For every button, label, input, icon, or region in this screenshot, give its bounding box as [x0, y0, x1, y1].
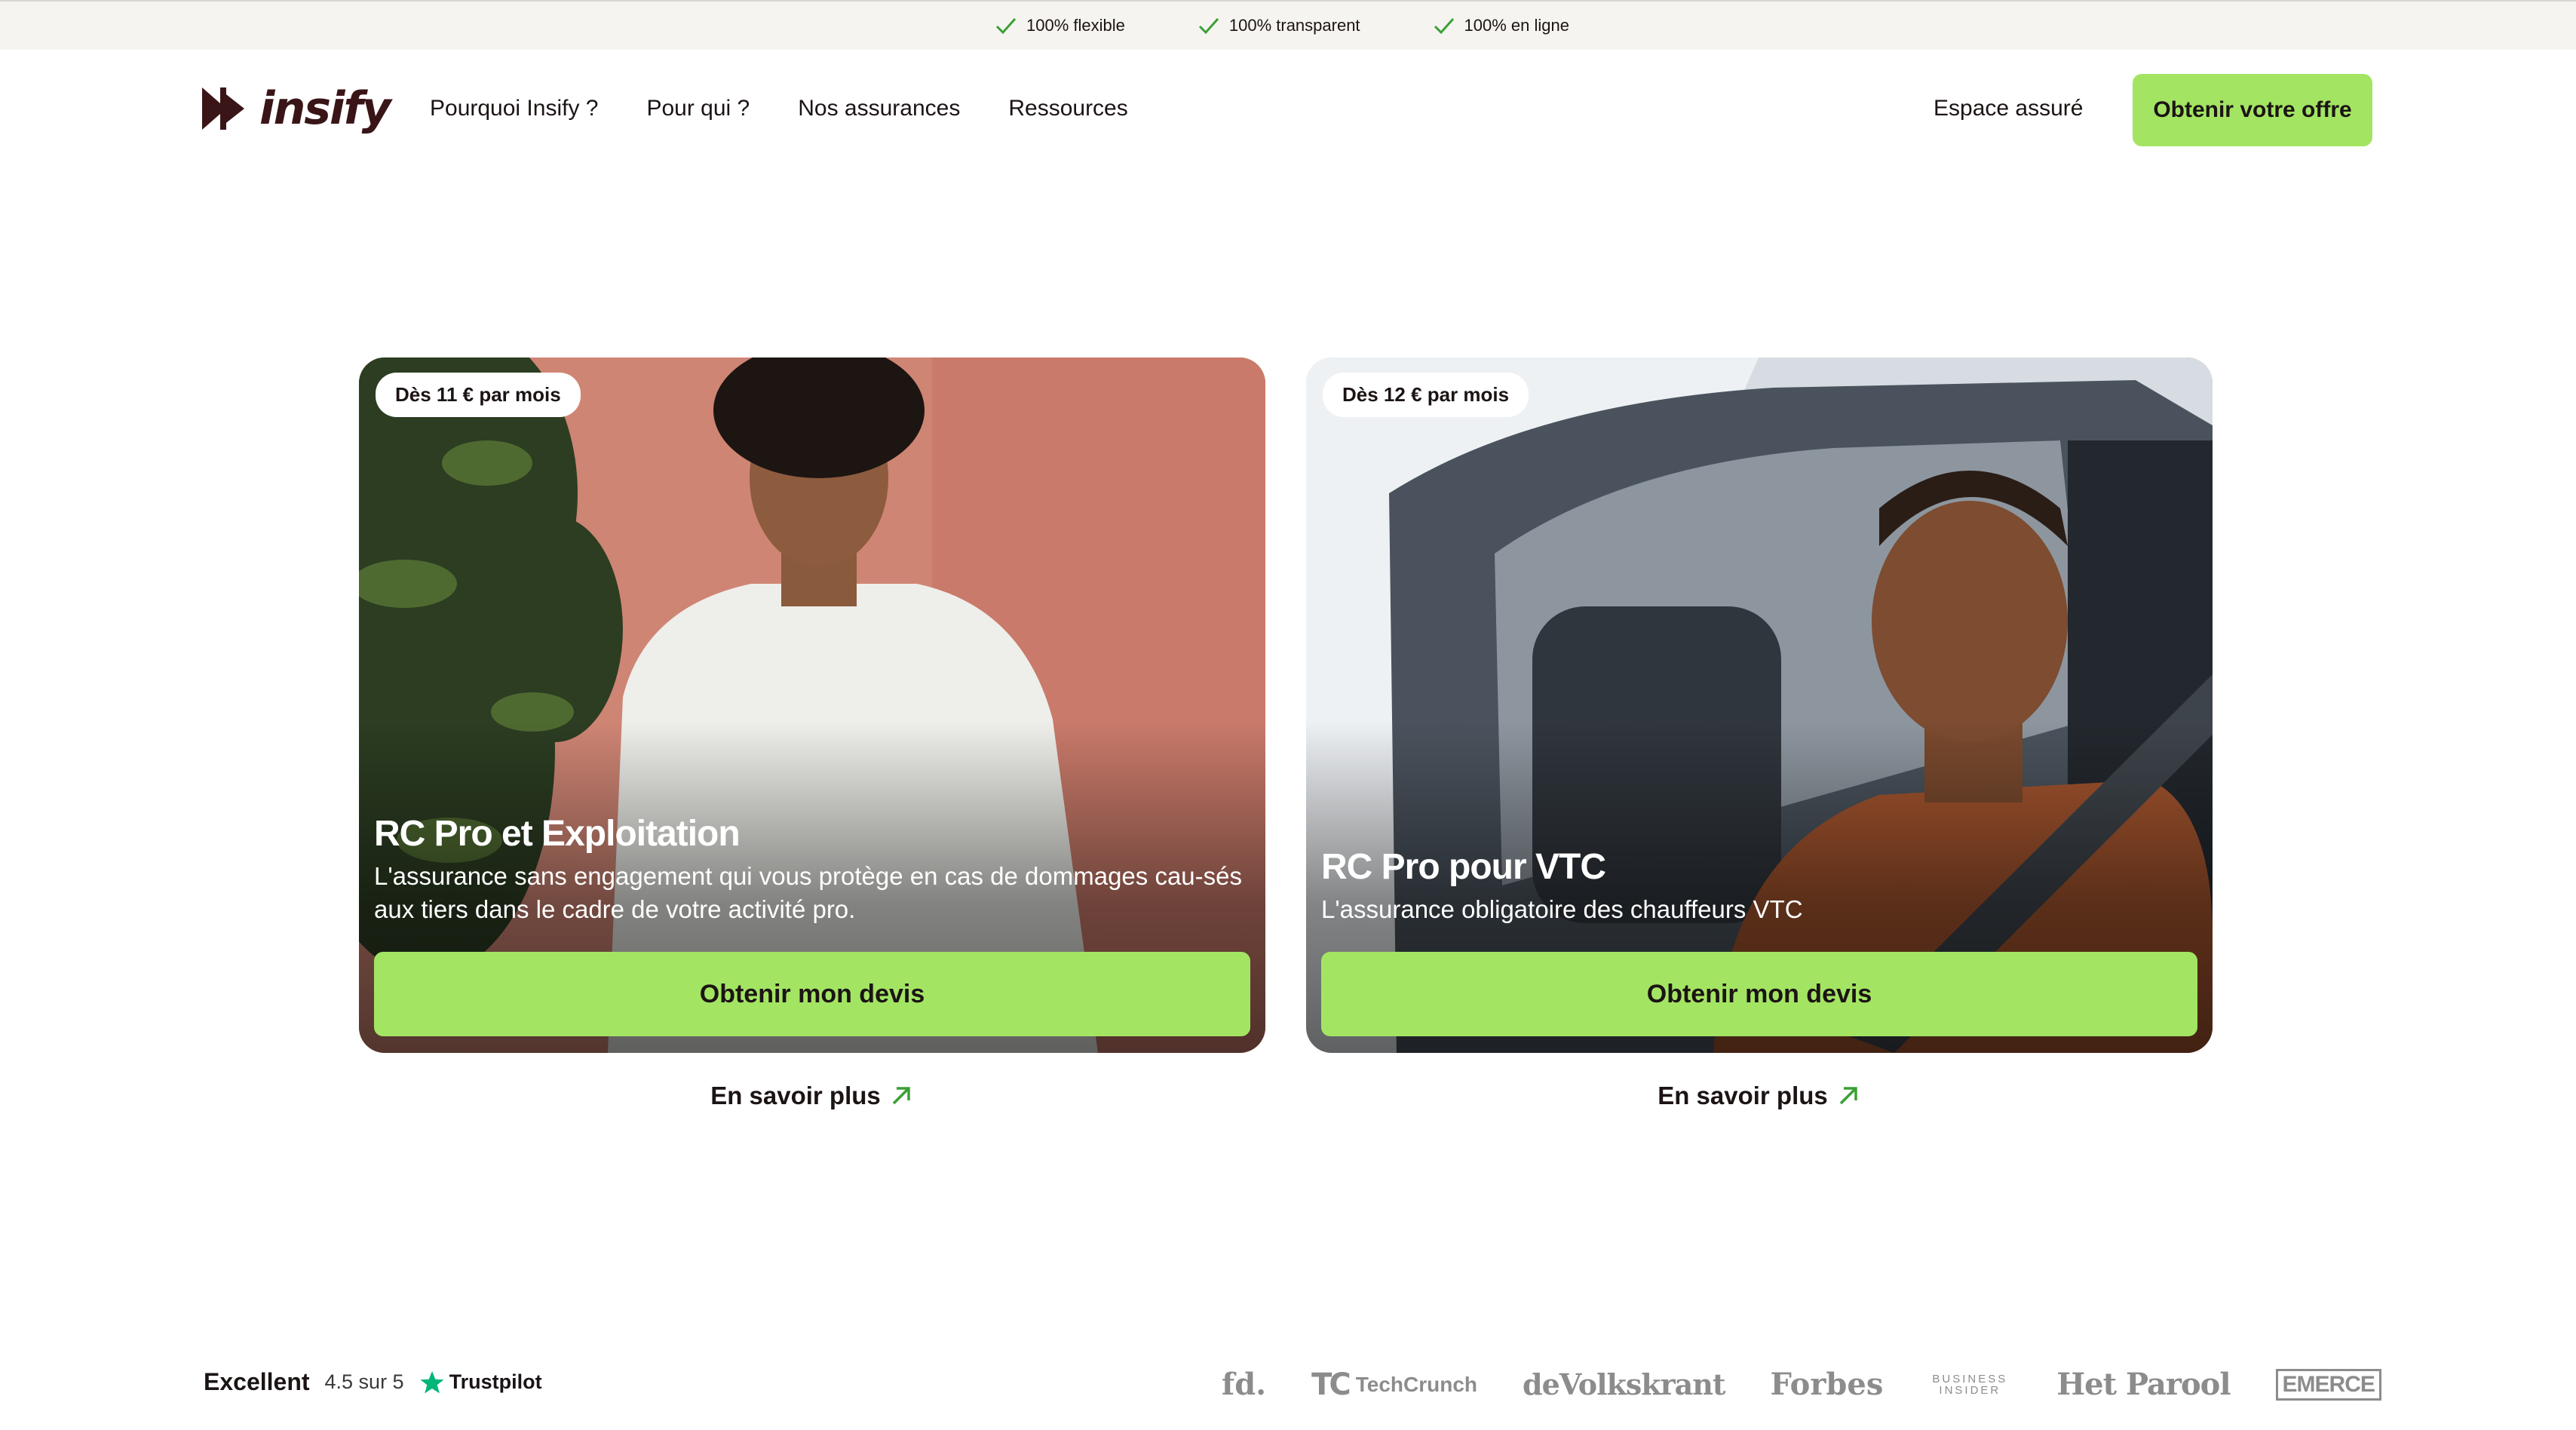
get-quote-button[interactable]: Obtenir mon devis: [374, 952, 1250, 1036]
nav-item-for-whom[interactable]: Pour qui ?: [646, 95, 750, 122]
trust-item-transparent: 100% transparent: [1198, 16, 1360, 35]
press-logo-het-parool: Het Parool: [2056, 1367, 2231, 1402]
product-card-rc-pro-vtc[interactable]: Dès 12 € par mois RC Pro pour VTC L'assu…: [1306, 358, 2213, 1053]
trust-item-label: 100% transparent: [1228, 16, 1360, 35]
press-logo-fd: fd.: [1222, 1367, 1267, 1402]
check-icon: [1434, 18, 1454, 35]
trust-bar: 100% flexible 100% transparent 100% en l…: [0, 0, 2576, 50]
trust-item-label: 100% flexible: [1026, 16, 1125, 35]
learn-more-label: En savoir plus: [710, 1082, 881, 1109]
nav-item-resources[interactable]: Ressources: [1008, 95, 1127, 122]
learn-more-link[interactable]: En savoir plus: [1306, 1082, 2213, 1110]
trustpilot-brand: Trustpilot: [419, 1370, 542, 1395]
check-icon: [1198, 18, 1219, 35]
site-header: insify Pourquoi Insify ? Pour qui ? Nos …: [0, 50, 2576, 170]
nav-item-our-insurances[interactable]: Nos assurances: [798, 95, 960, 122]
press-logo-business-insider: BUSINESS INSIDER: [1932, 1373, 2008, 1397]
trust-item-flexible: 100% flexible: [995, 16, 1125, 35]
techcrunch-label: TechCrunch: [1355, 1373, 1478, 1396]
price-badge: Dès 11 € par mois: [376, 373, 581, 417]
get-quote-button[interactable]: Obtenir mon devis: [1321, 952, 2197, 1036]
press-logo-volkskrant: deVolkskrant: [1523, 1367, 1725, 1401]
rating-score: 4.5 sur 5: [324, 1370, 404, 1393]
rating-label: Excellent: [204, 1368, 310, 1395]
trust-item-online: 100% en ligne: [1433, 16, 1569, 35]
price-badge: Dès 12 € par mois: [1323, 373, 1529, 417]
card-description: L'assurance obligatoire des chauffeurs V…: [1321, 895, 1803, 923]
press-logo-emerce: EMERCE: [2275, 1369, 2381, 1401]
insured-space-link[interactable]: Espace assuré: [1934, 95, 2083, 122]
insify-logo[interactable]: insify: [201, 82, 391, 135]
product-card-rc-pro[interactable]: Dès 11 € par mois RC Pro et Exploitation…: [359, 358, 1265, 1053]
press-logo-forbes: Forbes: [1770, 1367, 1884, 1402]
press-logo-techcrunch: TC TechCrunch: [1311, 1370, 1477, 1400]
get-offer-button[interactable]: Obtenir votre offre: [2133, 74, 2372, 146]
main-nav: Pourquoi Insify ? Pour qui ? Nos assuran…: [430, 95, 1128, 122]
star-icon: [419, 1370, 444, 1393]
trustpilot-label: Trustpilot: [449, 1370, 542, 1393]
logo-wordmark: insify: [259, 82, 391, 135]
card-title: RC Pro pour VTC: [1321, 847, 1606, 887]
card-description: L'assurance sans engagement qui vous pro…: [374, 862, 1243, 923]
trustpilot-rating[interactable]: Excellent 4.5 sur 5 Trustpilot: [204, 1368, 542, 1396]
learn-more-label: En savoir plus: [1658, 1082, 1828, 1109]
nav-item-why-insify[interactable]: Pourquoi Insify ?: [430, 95, 598, 122]
play-arrow-logo-icon: [202, 87, 244, 130]
arrow-up-right-icon: [1839, 1087, 1857, 1105]
check-icon: [995, 18, 1017, 35]
arrow-up-right-icon: [892, 1087, 910, 1105]
card-title: RC Pro et Exploitation: [374, 814, 741, 854]
press-logos: fd. TC TechCrunch deVolkskrant Forbes BUS…: [1222, 1364, 2381, 1406]
learn-more-link[interactable]: En savoir plus: [359, 1082, 1265, 1110]
trust-item-label: 100% en ligne: [1464, 16, 1569, 35]
techcrunch-mark-icon: TC: [1311, 1367, 1351, 1402]
